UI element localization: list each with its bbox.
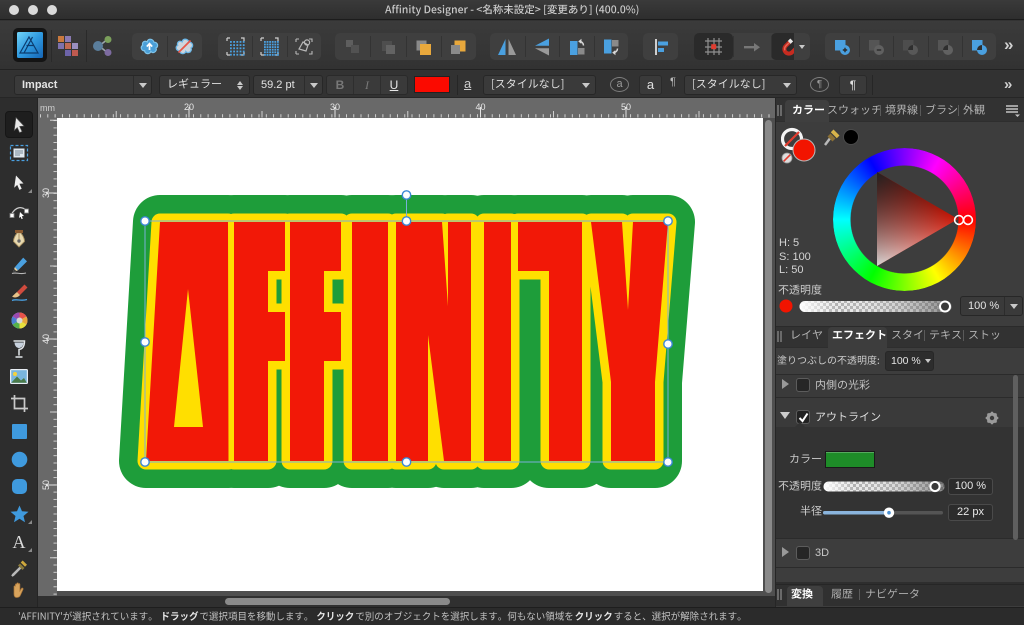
svg-text:30: 30: [330, 102, 340, 112]
svg-text:40: 40: [41, 334, 51, 344]
svg-text:20: 20: [184, 102, 194, 112]
svg-text:50: 50: [621, 102, 631, 112]
svg-text:50: 50: [41, 480, 51, 490]
svg-text:30: 30: [41, 188, 51, 198]
svg-text:40: 40: [475, 102, 485, 112]
